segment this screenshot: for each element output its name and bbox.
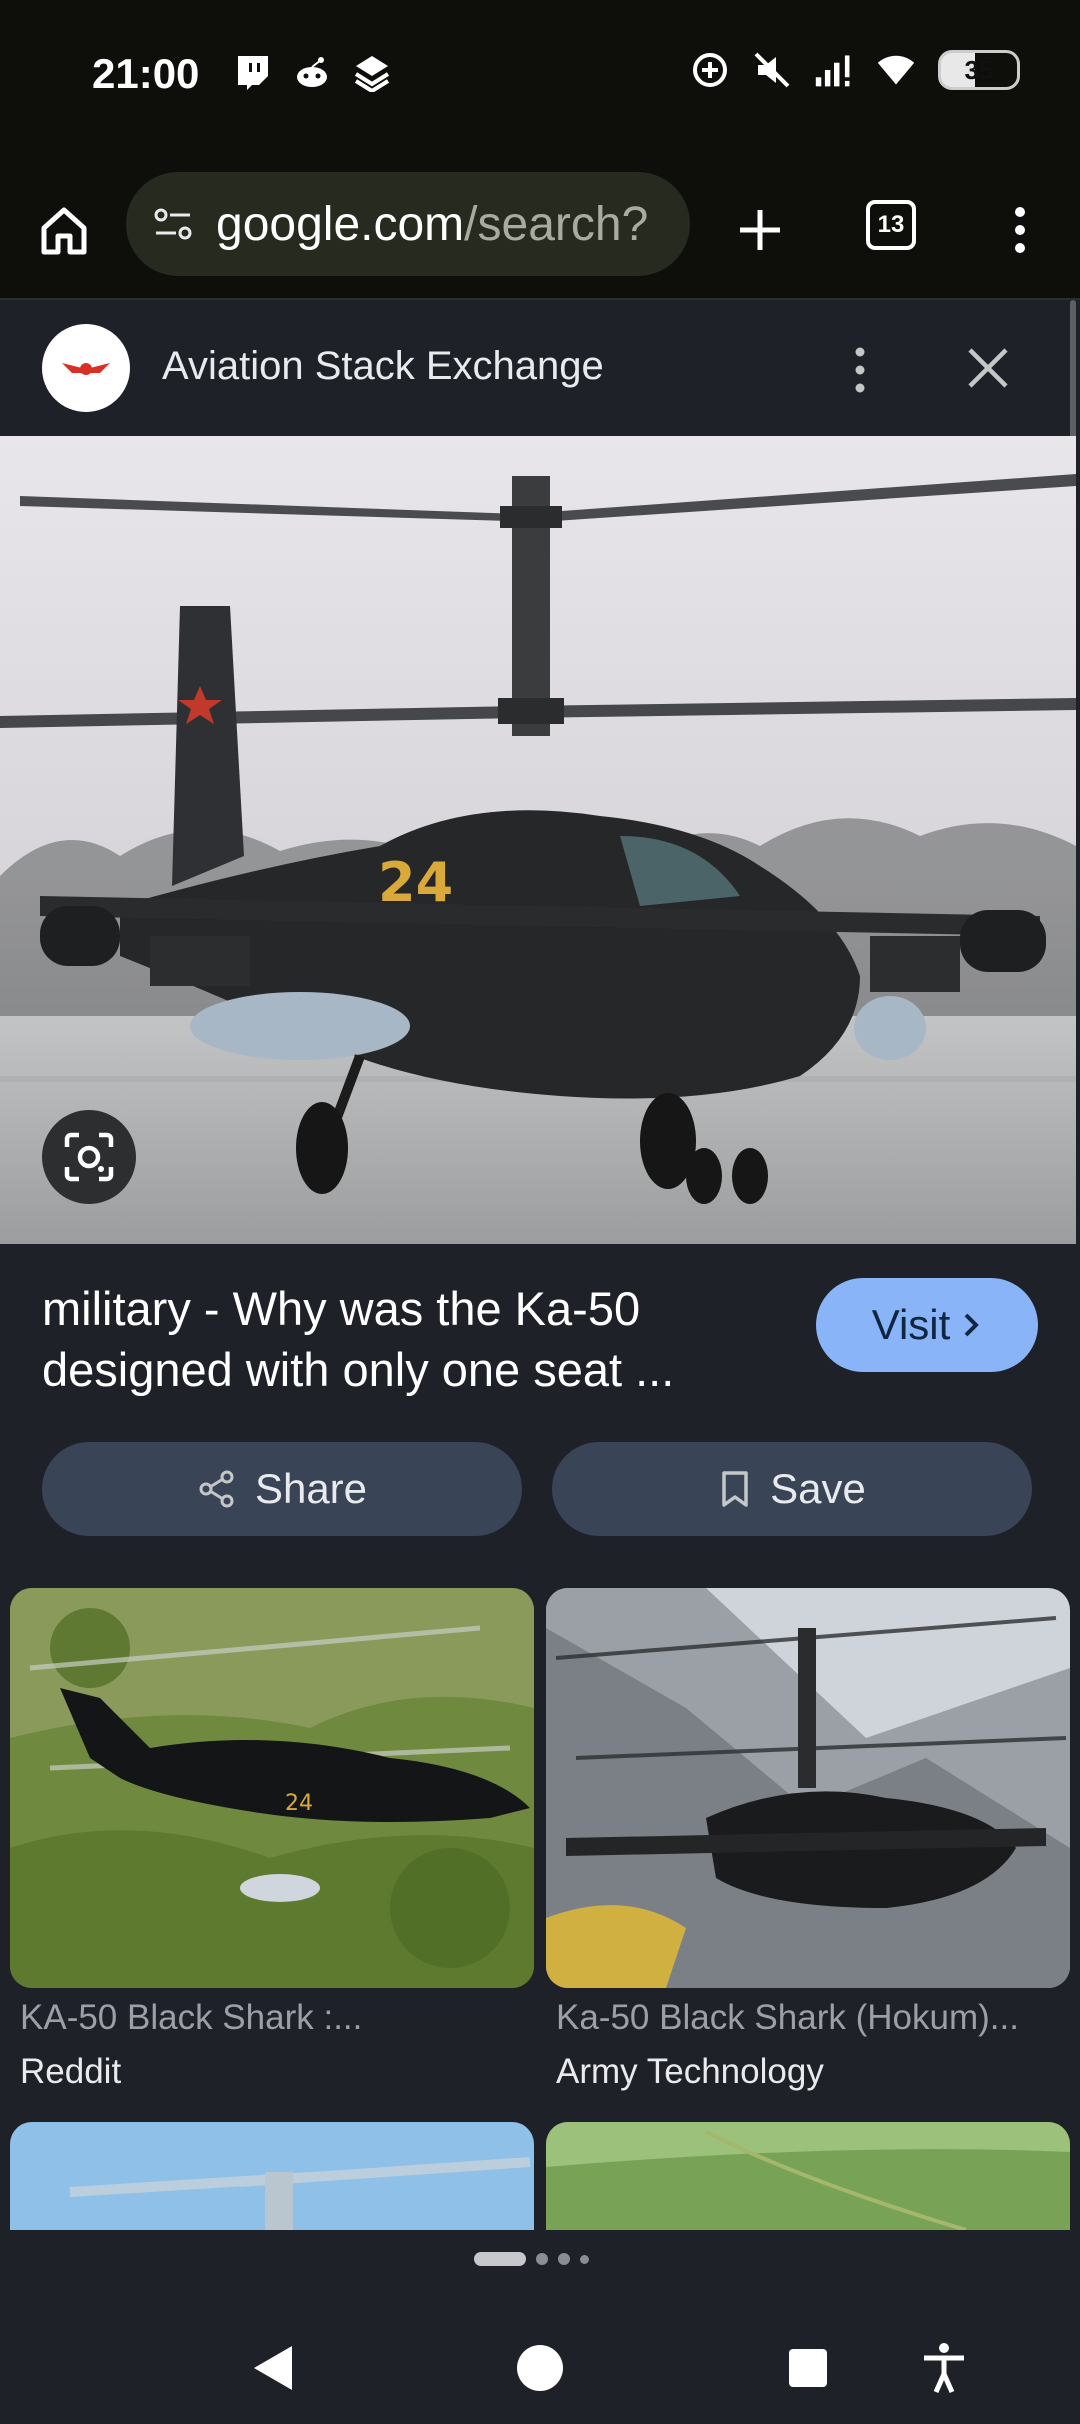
svg-text:24: 24 xyxy=(285,1791,313,1816)
helicopter-forest-image: 24 xyxy=(10,1588,534,1988)
aviation-logo-icon xyxy=(62,363,110,375)
tab-count: 13 xyxy=(877,211,905,238)
image-panel-header: Aviation Stack Exchange xyxy=(0,300,1080,436)
pager-dot[interactable] xyxy=(536,2253,548,2265)
pager-dot-active[interactable] xyxy=(474,2252,526,2266)
status-time: 21:00 xyxy=(92,50,200,97)
lens-search-button[interactable] xyxy=(42,1110,136,1204)
helicopter-image: 24 xyxy=(0,436,1076,1244)
related-image-1[interactable]: 24 xyxy=(10,1588,534,1988)
plus-icon xyxy=(740,210,780,250)
related-source-1[interactable]: Reddit xyxy=(20,2052,121,2092)
address-bar[interactable]: google.com/search? xyxy=(126,172,690,276)
related-image-2[interactable] xyxy=(546,1588,1070,1988)
panel-close-button[interactable] xyxy=(962,342,1014,394)
image-pager[interactable] xyxy=(474,2252,589,2266)
battery-level: 35 xyxy=(964,54,994,85)
visit-label: Visit xyxy=(871,1301,951,1348)
reddit-icon xyxy=(292,52,332,92)
new-tab-button[interactable] xyxy=(730,200,790,260)
main-image[interactable]: 24 xyxy=(0,436,1076,1244)
related-source-2[interactable]: Army Technology xyxy=(556,2052,824,2092)
bottom-area xyxy=(0,2230,1080,2424)
browser-menu-button[interactable] xyxy=(1000,200,1040,260)
share-icon xyxy=(199,1470,234,1508)
home-button[interactable] xyxy=(36,202,92,258)
wifi-icon xyxy=(876,50,916,90)
helicopter-field-image xyxy=(546,2122,1070,2230)
bookmark-icon xyxy=(722,1471,748,1507)
related-caption-1[interactable]: KA-50 Black Shark :... xyxy=(20,1998,540,2038)
share-label: Share xyxy=(254,1465,368,1512)
twitch-icon xyxy=(232,52,272,92)
visit-button[interactable]: Visit xyxy=(816,1278,1038,1372)
sync-icon xyxy=(690,50,730,90)
battery-indicator: 35 xyxy=(938,50,1020,90)
share-button[interactable]: Share xyxy=(42,1442,522,1536)
chevron-right-icon xyxy=(964,1313,980,1337)
helicopter-mountain-image xyxy=(546,1588,1070,1988)
mute-icon xyxy=(752,50,792,90)
tab-switcher-button[interactable]: 13 xyxy=(866,200,916,250)
url-text[interactable]: google.com/search? xyxy=(216,197,686,252)
url-host: google.com xyxy=(216,197,465,251)
google-lens-icon xyxy=(64,1132,114,1182)
accessibility-icon xyxy=(924,2343,964,2394)
save-label: Save xyxy=(770,1465,866,1512)
related-image-4[interactable] xyxy=(546,2122,1070,2230)
signal-icon xyxy=(814,50,854,90)
panel-more-button[interactable] xyxy=(840,342,880,398)
recents-button[interactable] xyxy=(780,2340,836,2396)
url-path: /search? xyxy=(464,197,649,251)
browser-toolbar: google.com/search? 13 xyxy=(0,160,1080,300)
more-vert-icon xyxy=(855,347,865,393)
site-logo xyxy=(42,324,130,412)
more-vert-icon xyxy=(1015,207,1025,253)
accessibility-button[interactable] xyxy=(916,2340,972,2396)
recents-icon xyxy=(789,2349,827,2387)
pager-dot[interactable] xyxy=(558,2253,570,2265)
stack-icon xyxy=(352,52,392,92)
home-nav-button[interactable] xyxy=(512,2340,568,2396)
status-bar: 21:00 35 xyxy=(0,0,1080,160)
pager-dot[interactable] xyxy=(580,2254,589,2264)
notification-icons xyxy=(232,52,392,92)
system-icons: 35 xyxy=(690,50,1020,90)
related-image-3[interactable] xyxy=(10,2122,534,2230)
back-icon xyxy=(254,2346,292,2390)
close-icon xyxy=(968,348,1008,388)
save-button[interactable]: Save xyxy=(552,1442,1032,1536)
helicopter-sky-image xyxy=(10,2122,534,2230)
home-icon xyxy=(41,207,87,255)
scrollbar[interactable] xyxy=(1070,300,1076,440)
site-settings-icon[interactable] xyxy=(148,199,198,249)
related-caption-2[interactable]: Ka-50 Black Shark (Hokum)... xyxy=(556,1998,1076,2038)
home-circle-icon xyxy=(517,2345,563,2391)
back-button[interactable] xyxy=(244,2340,300,2396)
result-title[interactable]: military - Why was the Ka-50 designed wi… xyxy=(42,1278,762,1400)
site-name[interactable]: Aviation Stack Exchange xyxy=(162,344,604,389)
